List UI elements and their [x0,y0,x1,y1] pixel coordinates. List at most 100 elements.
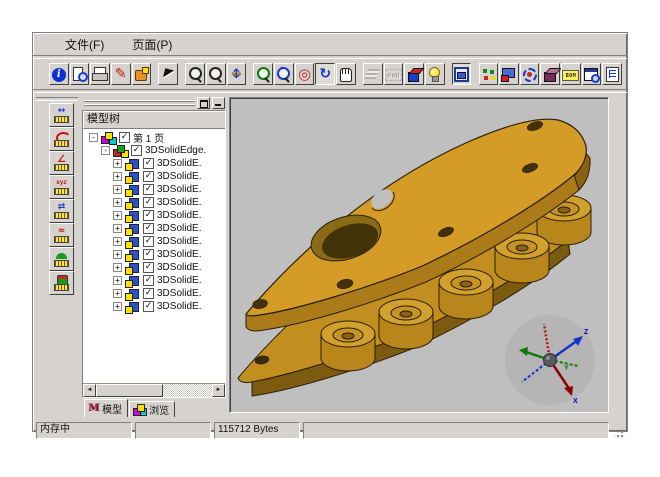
measure-angle-button[interactable]: ∠ [49,151,74,175]
node-label[interactable]: 3DSolidE. [157,171,201,182]
expander[interactable]: + [113,185,122,194]
color-edit-button[interactable] [132,63,152,85]
part-node-icon [125,236,140,248]
browse-tab-icon [133,404,146,415]
node-label[interactable]: 3DSolidE. [157,249,201,260]
visibility-checkbox[interactable]: ✓ [143,158,154,169]
render-mode-button[interactable] [540,63,560,85]
visibility-checkbox[interactable]: ✓ [119,132,130,143]
info-button[interactable]: i [49,63,69,85]
pan-hand-button[interactable] [336,63,356,85]
expander[interactable]: + [113,289,122,298]
visibility-checkbox[interactable]: ✓ [143,249,154,260]
print-preview-button[interactable] [70,63,90,85]
visibility-checkbox[interactable]: ✓ [143,236,154,247]
menu-page[interactable]: 页面(P) [130,35,174,54]
visibility-checkbox[interactable]: ✓ [143,288,154,299]
tab-browse[interactable]: 浏览 [129,401,175,417]
tab-model[interactable]: M模型 [84,399,128,417]
expander[interactable]: + [113,172,122,181]
resize-grip[interactable] [612,426,625,439]
visibility-checkbox[interactable]: ✓ [131,145,142,156]
explode-button[interactable] [479,63,499,85]
tree-node-part: + ✓3DSolidE. [83,300,225,313]
expander[interactable]: + [113,237,122,246]
page-setup-button[interactable] [452,63,472,85]
node-label[interactable]: 3DSolidE. [157,184,201,195]
tree-hscrollbar[interactable]: ◄ ► [83,383,225,397]
zoom-window-button[interactable]: + [253,63,273,85]
zoom-out-button[interactable]: − [206,63,226,85]
orientation-gizmo[interactable]: Z X Y [502,314,598,406]
node-label[interactable]: 3DSolidE. [157,275,201,286]
expander[interactable]: + [113,198,122,207]
expander[interactable]: + [113,302,122,311]
main-toolbar: i✎◤+−+↑◎↻PMIBOM [33,59,627,89]
measure-radius-button[interactable] [49,127,74,151]
node-label[interactable]: 3DSolidE. [157,262,201,273]
lighting-button[interactable] [425,63,445,85]
visibility-checkbox[interactable]: ✓ [143,171,154,182]
node-label[interactable]: 3DSolidE. [157,288,201,299]
print-button[interactable] [90,63,110,85]
annotate-pen-button[interactable]: ✎ [111,63,131,85]
node-label[interactable]: 3DSolidEdge. [145,145,206,156]
visibility-checkbox[interactable]: ✓ [143,184,154,195]
visibility-checkbox[interactable]: ✓ [143,210,154,221]
rotate-button[interactable]: ↻ [315,63,335,85]
panel-float-button[interactable] [197,97,210,109]
measure-curve-length-button[interactable]: ≈ [49,223,74,247]
orbit-target-button[interactable]: ◎ [295,63,315,85]
expander[interactable]: + [113,276,122,285]
measure-distance-icon: ↔ [52,106,71,124]
node-label[interactable]: 3DSolidE. [157,210,201,221]
expander[interactable]: + [113,211,122,220]
menu-file[interactable]: 文件(F) [63,35,106,54]
node-label[interactable]: 3DSolidE. [157,301,201,312]
visibility-checkbox[interactable]: ✓ [143,197,154,208]
part-node-icon [125,210,140,222]
measure-gap-button[interactable]: ⇄ [49,199,74,223]
expander[interactable]: - [89,133,98,142]
expander[interactable]: + [113,159,122,168]
measure-area-button[interactable] [49,247,74,271]
view-cube-button[interactable] [404,63,424,85]
bom-button[interactable]: BOM [561,63,581,85]
measure-distance-button[interactable]: ↔ [49,103,74,127]
layers-button [363,63,383,85]
expander[interactable]: + [113,224,122,233]
spin-animation-button[interactable] [520,63,540,85]
node-label[interactable]: 第 1 页 [133,130,164,145]
node-label[interactable]: 3DSolidE. [157,223,201,234]
expander[interactable]: + [113,263,122,272]
viewport-3d[interactable]: Z X Y [229,97,609,413]
zoom-dynamic-button[interactable]: ↑ [274,63,294,85]
expander[interactable]: - [101,146,110,155]
measure-coordinate-button[interactable]: xyz [49,175,74,199]
visibility-checkbox[interactable]: ✓ [143,262,154,273]
spin-animation-icon [521,66,538,83]
panel-tabs: M模型浏览 [81,398,227,417]
panel-hide-button[interactable] [212,97,225,109]
report-button[interactable] [582,63,602,85]
scroll-track[interactable] [96,384,212,397]
visibility-checkbox[interactable]: ✓ [143,301,154,312]
measure-volume-button[interactable] [49,271,74,295]
node-label[interactable]: 3DSolidE. [157,158,201,169]
scroll-right-button[interactable]: ► [212,384,225,397]
scroll-thumb[interactable] [96,384,163,397]
scroll-left-button[interactable]: ◄ [83,384,96,397]
panel-gripper[interactable] [84,100,195,106]
visibility-checkbox[interactable]: ✓ [143,223,154,234]
select-button[interactable]: ◤ [158,63,178,85]
snapshot-button[interactable] [499,63,519,85]
visibility-checkbox[interactable]: ✓ [143,275,154,286]
zoom-in-button[interactable]: + [185,63,205,85]
node-label[interactable]: 3DSolidE. [157,236,201,247]
node-label[interactable]: 3DSolidE. [157,197,201,208]
expander[interactable]: + [113,250,122,259]
panel-title: 模型树 [83,111,225,129]
model-tree-toggle-button[interactable] [602,63,622,85]
part-node-icon [125,275,140,287]
pan-cross-button[interactable] [227,63,247,85]
